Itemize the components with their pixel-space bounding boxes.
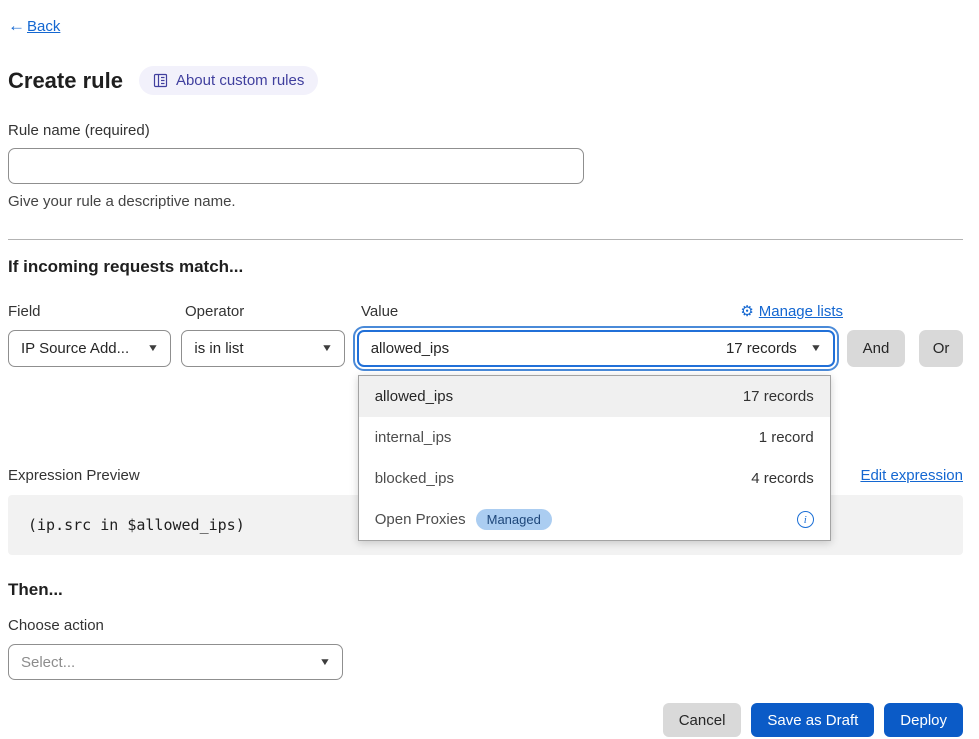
list-option-records: 4 records bbox=[751, 470, 814, 487]
chevron-down-icon: ▼ bbox=[319, 657, 331, 668]
managed-badge: Managed bbox=[476, 509, 552, 530]
choose-action-label: Choose action bbox=[8, 617, 963, 634]
page-title: Create rule bbox=[8, 68, 123, 94]
create-rule-page: ←Back Create rule About custom rules Rul… bbox=[0, 0, 971, 737]
list-option-records: 17 records bbox=[743, 388, 814, 405]
or-button[interactable]: Or bbox=[919, 330, 963, 367]
back-link[interactable]: ←Back bbox=[8, 16, 60, 36]
section-divider bbox=[8, 239, 963, 240]
list-option-name: Open Proxies bbox=[375, 511, 466, 528]
list-option-name: internal_ips bbox=[375, 429, 452, 446]
list-option-open-proxies[interactable]: Open Proxies Managed i bbox=[359, 499, 830, 540]
about-custom-rules-label: About custom rules bbox=[176, 72, 304, 89]
back-link-label: Back bbox=[27, 18, 60, 35]
manage-lists-label: Manage lists bbox=[759, 303, 843, 320]
field-label: Field bbox=[8, 303, 185, 320]
value-select-records: 17 records bbox=[726, 340, 797, 357]
value-select[interactable]: allowed_ips 17 records ▼ bbox=[357, 330, 835, 367]
save-draft-button[interactable]: Save as Draft bbox=[751, 703, 874, 737]
gear-icon: ⚙ bbox=[740, 302, 753, 320]
field-select[interactable]: IP Source Add... ▼ bbox=[8, 330, 171, 367]
chevron-down-icon: ▼ bbox=[147, 343, 159, 354]
deploy-button[interactable]: Deploy bbox=[884, 703, 963, 737]
chevron-down-icon: ▼ bbox=[321, 343, 333, 354]
list-option-internal-ips[interactable]: internal_ips 1 record bbox=[359, 417, 830, 458]
list-option-records: 1 record bbox=[759, 429, 814, 446]
lists-dropdown: allowed_ips 17 records internal_ips 1 re… bbox=[358, 375, 831, 541]
rule-name-label: Rule name (required) bbox=[8, 122, 963, 139]
expression-code: (ip.src in $allowed_ips) bbox=[28, 516, 245, 534]
and-button[interactable]: And bbox=[847, 330, 905, 367]
book-icon bbox=[153, 73, 168, 88]
back-arrow-icon: ← bbox=[8, 16, 25, 36]
expression-preview-label: Expression Preview bbox=[8, 467, 140, 484]
edit-expression-link[interactable]: Edit expression bbox=[860, 467, 963, 484]
action-select[interactable]: Select... ▼ bbox=[8, 644, 343, 680]
rule-name-helper: Give your rule a descriptive name. bbox=[8, 193, 963, 210]
operator-label: Operator bbox=[185, 303, 361, 320]
chevron-down-icon: ▼ bbox=[810, 343, 822, 354]
list-option-allowed-ips[interactable]: allowed_ips 17 records bbox=[359, 376, 830, 417]
list-option-blocked-ips[interactable]: blocked_ips 4 records bbox=[359, 458, 830, 499]
about-custom-rules-link[interactable]: About custom rules bbox=[139, 66, 318, 95]
operator-select[interactable]: is in list ▼ bbox=[181, 330, 344, 367]
then-heading: Then... bbox=[8, 580, 963, 600]
value-label: Value bbox=[361, 303, 398, 320]
info-icon[interactable]: i bbox=[797, 511, 814, 528]
value-select-selected: allowed_ips bbox=[371, 340, 449, 357]
list-option-name: blocked_ips bbox=[375, 470, 454, 487]
manage-lists-link[interactable]: ⚙ Manage lists bbox=[740, 302, 843, 320]
action-select-placeholder: Select... bbox=[21, 654, 75, 671]
field-select-value: IP Source Add... bbox=[21, 340, 129, 357]
match-heading: If incoming requests match... bbox=[8, 257, 963, 277]
rule-name-input[interactable] bbox=[8, 148, 584, 184]
cancel-button[interactable]: Cancel bbox=[663, 703, 742, 737]
list-option-name: allowed_ips bbox=[375, 388, 453, 405]
operator-select-value: is in list bbox=[194, 340, 243, 357]
